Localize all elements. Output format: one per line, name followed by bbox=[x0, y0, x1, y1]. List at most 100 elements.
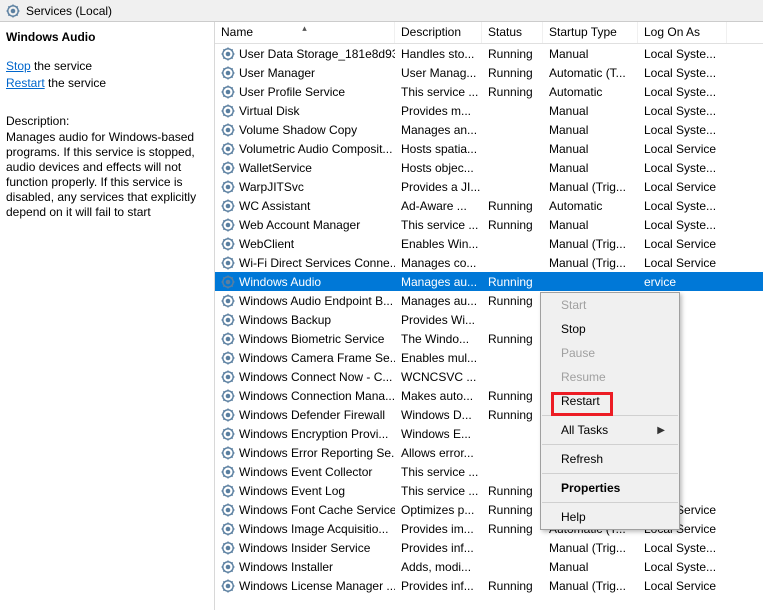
cell-logon: Local Syste... bbox=[638, 161, 727, 175]
service-row[interactable]: Virtual DiskProvides m...ManualLocal Sys… bbox=[215, 101, 763, 120]
service-name-text: Windows Installer bbox=[239, 560, 333, 574]
cell-startup: Manual bbox=[543, 560, 638, 574]
service-row[interactable]: User Data Storage_181e8d93Handles sto...… bbox=[215, 44, 763, 63]
cell-name: Windows Biometric Service bbox=[215, 332, 395, 346]
service-row[interactable]: Web Account ManagerThis service ...Runni… bbox=[215, 215, 763, 234]
menu-item-label: All Tasks bbox=[561, 423, 608, 437]
cell-name: Windows Backup bbox=[215, 313, 395, 327]
cell-name: User Manager bbox=[215, 66, 395, 80]
gear-icon bbox=[221, 294, 235, 308]
service-row[interactable]: Volumetric Audio Composit...Hosts spatia… bbox=[215, 139, 763, 158]
cell-status: Running bbox=[482, 85, 543, 99]
service-name-text: Windows Encryption Provi... bbox=[239, 427, 388, 441]
cell-startup: Manual bbox=[543, 161, 638, 175]
cell-status: Running bbox=[482, 275, 543, 289]
cell-name: User Data Storage_181e8d93 bbox=[215, 47, 395, 61]
menu-item-label: Start bbox=[561, 298, 586, 312]
service-name-text: WC Assistant bbox=[239, 199, 310, 213]
service-row[interactable]: WebClientEnables Win...Manual (Trig...Lo… bbox=[215, 234, 763, 253]
gear-icon bbox=[221, 142, 235, 156]
gear-icon bbox=[221, 275, 235, 289]
service-row[interactable]: Windows Camera Frame Se...Enables mul...… bbox=[215, 348, 763, 367]
cell-startup: Manual (Trig... bbox=[543, 237, 638, 251]
service-row[interactable]: Windows Biometric ServiceThe Windo...Run… bbox=[215, 329, 763, 348]
service-row[interactable]: Windows Event CollectorThis service ...k… bbox=[215, 462, 763, 481]
cell-desc: Manages co... bbox=[395, 256, 482, 270]
service-row[interactable]: Windows Connect Now - C...WCNCSVC ...erv… bbox=[215, 367, 763, 386]
cell-desc: The Windo... bbox=[395, 332, 482, 346]
col-startup[interactable]: Startup Type bbox=[543, 22, 638, 43]
service-row[interactable]: Windows Font Cache ServiceOptimizes p...… bbox=[215, 500, 763, 519]
col-description[interactable]: Description bbox=[395, 22, 482, 43]
cell-name: Windows Camera Frame Se... bbox=[215, 351, 395, 365]
service-row[interactable]: Windows License Manager ...Provides inf.… bbox=[215, 576, 763, 595]
cell-desc: Windows E... bbox=[395, 427, 482, 441]
service-row[interactable]: Wi-Fi Direct Services Conne...Manages co… bbox=[215, 253, 763, 272]
cell-name: Windows Audio bbox=[215, 275, 395, 289]
cell-status: Running bbox=[482, 579, 543, 593]
menu-item-stop[interactable]: Stop bbox=[541, 317, 679, 341]
menu-item-properties[interactable]: Properties bbox=[541, 476, 679, 500]
col-name[interactable]: Name▴ bbox=[215, 22, 395, 43]
service-row[interactable]: WarpJITSvcProvides a JI...Manual (Trig..… bbox=[215, 177, 763, 196]
gear-icon bbox=[221, 560, 235, 574]
service-name-text: Windows Biometric Service bbox=[239, 332, 384, 346]
cell-name: Windows Connection Mana... bbox=[215, 389, 395, 403]
gear-icon bbox=[221, 104, 235, 118]
service-row[interactable]: WalletServiceHosts objec...ManualLocal S… bbox=[215, 158, 763, 177]
col-logon[interactable]: Log On As bbox=[638, 22, 727, 43]
cell-startup: Automatic bbox=[543, 85, 638, 99]
gear-icon bbox=[221, 161, 235, 175]
gear-icon bbox=[221, 85, 235, 99]
cell-desc: Provides inf... bbox=[395, 579, 482, 593]
service-row[interactable]: WC AssistantAd-Aware ...RunningAutomatic… bbox=[215, 196, 763, 215]
service-row[interactable]: Windows Image Acquisitio...Provides im..… bbox=[215, 519, 763, 538]
menu-item-help[interactable]: Help bbox=[541, 505, 679, 529]
cell-status: Running bbox=[482, 484, 543, 498]
stop-service-link[interactable]: Stop bbox=[6, 59, 31, 73]
menu-separator bbox=[542, 502, 678, 503]
cell-desc: User Manag... bbox=[395, 66, 482, 80]
menu-item-all-tasks[interactable]: All Tasks▶ bbox=[541, 418, 679, 442]
cell-desc: Provides inf... bbox=[395, 541, 482, 555]
stop-suffix: the service bbox=[31, 59, 92, 73]
cell-status: Running bbox=[482, 522, 543, 536]
service-row[interactable]: Windows Insider ServiceProvides inf...Ma… bbox=[215, 538, 763, 557]
service-row[interactable]: Windows BackupProvides Wi...ste... bbox=[215, 310, 763, 329]
gear-icon bbox=[221, 351, 235, 365]
service-row[interactable]: User ManagerUser Manag...RunningAutomati… bbox=[215, 63, 763, 82]
menu-item-refresh[interactable]: Refresh bbox=[541, 447, 679, 471]
gear-icon bbox=[221, 313, 235, 327]
gear-icon bbox=[221, 218, 235, 232]
service-name-text: Windows Defender Firewall bbox=[239, 408, 385, 422]
restart-service-link[interactable]: Restart bbox=[6, 76, 45, 90]
service-name-text: Windows Camera Frame Se... bbox=[239, 351, 395, 365]
gear-icon bbox=[221, 522, 235, 536]
details-pane: Windows Audio Stop the service Restart t… bbox=[0, 22, 215, 610]
service-row[interactable]: Windows InstallerAdds, modi...ManualLoca… bbox=[215, 557, 763, 576]
service-row[interactable]: Windows Defender FirewallWindows D...Run… bbox=[215, 405, 763, 424]
col-status[interactable]: Status bbox=[482, 22, 543, 43]
service-row[interactable]: Windows Event LogThis service ...Running… bbox=[215, 481, 763, 500]
gear-icon bbox=[221, 332, 235, 346]
service-row[interactable]: Windows Encryption Provi...Windows E...e… bbox=[215, 424, 763, 443]
service-row[interactable]: User Profile ServiceThis service ...Runn… bbox=[215, 82, 763, 101]
service-row[interactable]: Volume Shadow CopyManages an...ManualLoc… bbox=[215, 120, 763, 139]
cell-desc: WCNCSVC ... bbox=[395, 370, 482, 384]
service-name-text: Windows Connect Now - C... bbox=[239, 370, 392, 384]
service-row[interactable]: Windows Audio Endpoint B...Manages au...… bbox=[215, 291, 763, 310]
menu-item-label: Properties bbox=[561, 481, 620, 495]
cell-startup: Manual bbox=[543, 47, 638, 61]
service-name-text: Windows Backup bbox=[239, 313, 331, 327]
service-row[interactable]: Windows Error Reporting Se...Allows erro… bbox=[215, 443, 763, 462]
service-row[interactable]: Windows Connection Mana...Makes auto...R… bbox=[215, 386, 763, 405]
cell-logon: Local Syste... bbox=[638, 66, 727, 80]
service-row[interactable]: Windows AudioManages au...Runningervice bbox=[215, 272, 763, 291]
cell-name: Volumetric Audio Composit... bbox=[215, 142, 395, 156]
menu-item-label: Refresh bbox=[561, 452, 603, 466]
menu-separator bbox=[542, 415, 678, 416]
cell-name: WarpJITSvc bbox=[215, 180, 395, 194]
cell-desc: Allows error... bbox=[395, 446, 482, 460]
menu-item-restart[interactable]: Restart bbox=[541, 389, 679, 413]
cell-desc: Manages au... bbox=[395, 275, 482, 289]
